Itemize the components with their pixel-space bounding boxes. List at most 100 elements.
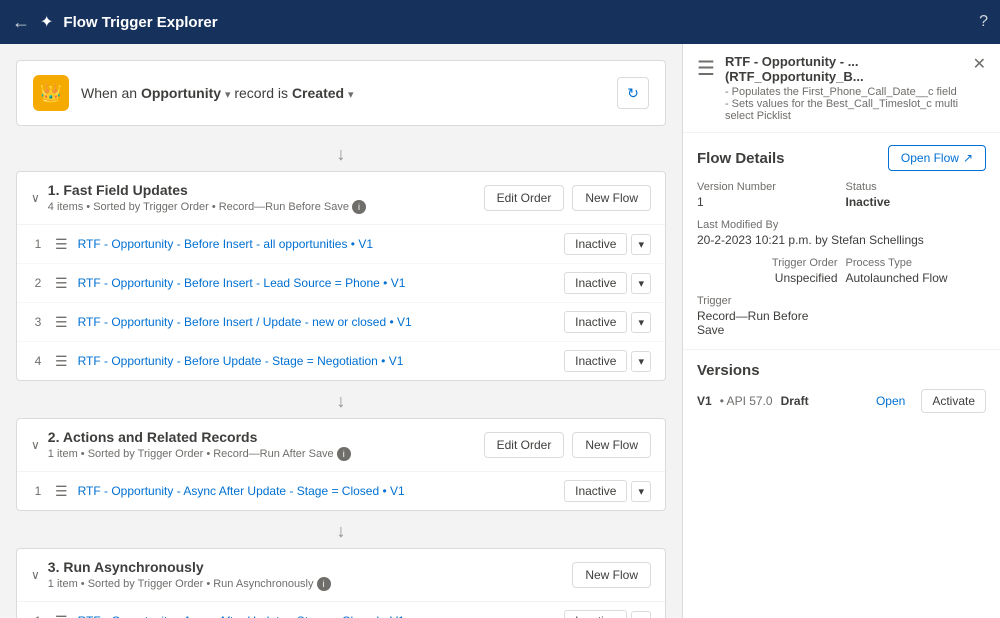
trigger-order-field: Trigger Order Unspecified xyxy=(697,257,838,285)
status-dropdown-btn[interactable]: ▾ xyxy=(631,611,651,618)
section-card-1: ∨ 1. Fast Field Updates 4 items • Sorted… xyxy=(16,171,666,381)
status-field: Status Inactive xyxy=(846,181,987,209)
trigger-order-label: Trigger Order xyxy=(772,257,838,269)
status-badge: Inactive xyxy=(564,272,627,294)
trigger-field: Trigger Record—Run Before Save xyxy=(697,295,838,337)
flow-row: 1 ☰ RTF - Opportunity - Async After Upda… xyxy=(17,472,665,510)
new-flow-button-1[interactable]: New Flow xyxy=(572,185,651,211)
version-number-label: Version Number xyxy=(697,181,838,193)
status-dropdown-btn[interactable]: ▾ xyxy=(631,273,651,294)
status-dropdown-btn[interactable]: ▾ xyxy=(631,234,651,255)
section-subtitle-1: 4 items • Sorted by Trigger Order • Reco… xyxy=(48,200,476,214)
event-dropdown[interactable]: ▾ xyxy=(348,88,354,101)
open-flow-button[interactable]: Open Flow ↗ xyxy=(888,145,986,171)
refresh-button[interactable]: ↻ xyxy=(617,77,649,109)
section-title-3: 3. Run Asynchronously xyxy=(48,559,565,575)
object-dropdown[interactable]: ▾ xyxy=(225,88,231,101)
version-open-button[interactable]: Open xyxy=(868,390,913,412)
section-title-group-3: 3. Run Asynchronously 1 item • Sorted by… xyxy=(48,559,565,591)
flow-link[interactable]: RTF - Opportunity - Before Insert - all … xyxy=(78,237,555,251)
page-title: Flow Trigger Explorer xyxy=(63,14,969,31)
edit-order-button-2[interactable]: Edit Order xyxy=(484,432,565,458)
flow-link[interactable]: RTF - Opportunity - Before Insert - Lead… xyxy=(78,276,555,290)
open-flow-icon: ↗ xyxy=(963,151,973,165)
flow-num: 2 xyxy=(31,276,45,290)
status-wrapper: Inactive ▾ xyxy=(564,272,651,294)
flow-num: 4 xyxy=(31,354,45,368)
info-icon-3[interactable]: i xyxy=(317,577,331,591)
section-actions-2: Edit Order New Flow xyxy=(484,432,651,458)
edit-order-button-1[interactable]: Edit Order xyxy=(484,185,565,211)
detail-grid: Version Number 1 Status Inactive Last Mo… xyxy=(697,181,986,337)
version-number-field: Version Number 1 xyxy=(697,181,838,209)
trigger-event: Created xyxy=(292,85,344,101)
flow-num: 1 xyxy=(31,614,45,618)
right-panel: ☰ RTF - Opportunity - ... (RTF_Opportuni… xyxy=(682,44,1000,618)
flow-details-section: Flow Details Open Flow ↗ Version Number … xyxy=(683,133,1000,350)
trigger-text: When an Opportunity ▾ record is Created … xyxy=(81,85,354,101)
info-icon-1[interactable]: i xyxy=(352,200,366,214)
trigger-order-value: Unspecified xyxy=(775,271,838,285)
process-type-value: Autolaunched Flow xyxy=(846,271,987,285)
trigger-detail-label: Trigger xyxy=(697,295,838,307)
status-badge: Inactive xyxy=(564,311,627,333)
status-badge: Inactive xyxy=(564,350,627,372)
trigger-detail-value: Record—Run Before Save xyxy=(697,309,838,337)
status-badge: Inactive xyxy=(564,480,627,502)
version-activate-button[interactable]: Activate xyxy=(921,389,986,413)
status-wrapper: Inactive ▾ xyxy=(564,350,651,372)
flow-detail-icon: ☰ xyxy=(697,56,715,81)
version-row: V1 • API 57.0 Draft Open Activate xyxy=(697,389,986,413)
flow-num: 3 xyxy=(31,315,45,329)
object-chevron-icon: ▾ xyxy=(225,88,231,101)
status-wrapper: Inactive ▾ xyxy=(564,610,651,618)
arrow-connector-2: ↓ xyxy=(16,385,666,418)
section-header-3: ∨ 3. Run Asynchronously 1 item • Sorted … xyxy=(17,549,665,602)
help-button[interactable]: ? xyxy=(979,13,988,31)
status-dropdown-btn[interactable]: ▾ xyxy=(631,312,651,333)
flow-link[interactable]: RTF - Opportunity - Async After Update -… xyxy=(78,484,555,498)
version-status: Draft xyxy=(781,394,809,408)
versions-section: Versions V1 • API 57.0 Draft Open Activa… xyxy=(683,350,1000,425)
right-panel-subtitle: - Populates the First_Phone_Call_Date__c… xyxy=(725,86,963,122)
close-button[interactable]: ✕ xyxy=(973,54,986,74)
trigger-object: Opportunity xyxy=(141,85,221,101)
section-header-2: ∨ 2. Actions and Related Records 1 item … xyxy=(17,419,665,472)
status-wrapper: Inactive ▾ xyxy=(564,311,651,333)
flow-row: 2 ☰ RTF - Opportunity - Before Insert - … xyxy=(17,264,665,303)
new-flow-button-3[interactable]: New Flow xyxy=(572,562,651,588)
version-api: • API 57.0 xyxy=(720,394,773,408)
version-number-value: 1 xyxy=(697,195,838,209)
section-title-group-2: 2. Actions and Related Records 1 item • … xyxy=(48,429,476,461)
top-nav: ← ✦ Flow Trigger Explorer ? xyxy=(0,0,1000,44)
right-panel-header-text: RTF - Opportunity - ... (RTF_Opportunity… xyxy=(725,54,963,122)
section-actions-1: Edit Order New Flow xyxy=(484,185,651,211)
status-value: Inactive xyxy=(846,195,987,209)
flow-link[interactable]: RTF - Opportunity - Before Insert / Upda… xyxy=(78,315,555,329)
flow-icon: ☰ xyxy=(55,613,68,618)
trigger-prefix: When an xyxy=(81,85,137,101)
flow-icon: ☰ xyxy=(55,236,68,253)
section-chevron-3[interactable]: ∨ xyxy=(31,568,40,582)
status-dropdown-btn[interactable]: ▾ xyxy=(631,351,651,372)
back-button[interactable]: ← xyxy=(12,12,30,33)
section-chevron-2[interactable]: ∨ xyxy=(31,438,40,452)
event-chevron-icon: ▾ xyxy=(348,88,354,101)
new-flow-button-2[interactable]: New Flow xyxy=(572,432,651,458)
status-dropdown-btn[interactable]: ▾ xyxy=(631,481,651,502)
flow-link[interactable]: RTF - Opportunity - Async After Update -… xyxy=(78,614,555,618)
trigger-middle: record is xyxy=(234,85,288,101)
flow-row: 4 ☰ RTF - Opportunity - Before Update - … xyxy=(17,342,665,380)
info-icon-2[interactable]: i xyxy=(337,447,351,461)
section-chevron-1[interactable]: ∨ xyxy=(31,191,40,205)
flow-row: 1 ☰ RTF - Opportunity - Before Insert - … xyxy=(17,225,665,264)
process-type-label: Process Type xyxy=(846,257,987,269)
flow-row: 3 ☰ RTF - Opportunity - Before Insert / … xyxy=(17,303,665,342)
status-wrapper: Inactive ▾ xyxy=(564,233,651,255)
main-container: 👑 When an Opportunity ▾ record is Create… xyxy=(0,44,1000,618)
flow-row: 1 ☰ RTF - Opportunity - Async After Upda… xyxy=(17,602,665,618)
left-panel: 👑 When an Opportunity ▾ record is Create… xyxy=(0,44,682,618)
last-modified-value: 20-2-2023 10:21 p.m. by Stefan Schelling… xyxy=(697,233,986,247)
status-wrapper: Inactive ▾ xyxy=(564,480,651,502)
flow-link[interactable]: RTF - Opportunity - Before Update - Stag… xyxy=(78,354,555,368)
